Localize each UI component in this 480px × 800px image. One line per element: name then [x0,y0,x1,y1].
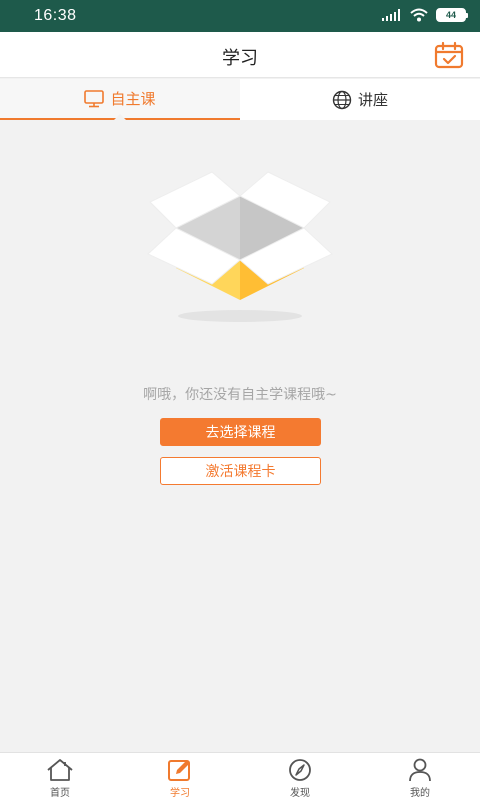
compass-icon [289,759,311,781]
nav-item-me[interactable]: 我的 [360,753,480,800]
status-icons: 44 [382,8,468,22]
nav-item-discover[interactable]: 发现 [240,753,360,800]
empty-box-icon [147,171,333,322]
tab-label: 自主课 [110,90,156,108]
page-title: 学习 [222,48,258,69]
user-icon [409,758,431,782]
globe-icon [332,90,352,109]
nav-label: 发现 [290,788,310,799]
status-time: 16:38 [34,7,77,24]
tab-bar: 自主课 讲座 [0,79,480,120]
tab-lecture[interactable]: 讲座 [240,79,480,120]
top-bar: 学习 [0,32,480,78]
signal-icon [382,9,400,21]
home-icon [47,759,73,781]
activate-course-card-button[interactable]: 激活课程卡 [160,457,321,485]
tab-label: 讲座 [357,91,388,109]
tab-self-study[interactable]: 自主课 [0,79,240,120]
nav-item-study[interactable]: 学习 [120,753,240,800]
nav-label: 学习 [170,788,190,799]
nav-item-home[interactable]: 首页 [0,753,120,800]
tab-indicator [114,114,126,120]
wifi-icon [410,8,428,22]
choose-course-button[interactable]: 去选择课程 [160,418,321,446]
calendar-check-icon[interactable] [434,41,464,69]
nav-label: 首页 [50,788,70,799]
status-bar: 16:38 44 [0,0,480,32]
nav-label: 我的 [410,788,430,799]
battery-icon: 44 [436,8,468,22]
bottom-nav: 首页 学习 发现 我的 [0,752,480,800]
empty-message: 啊哦，你还没有自主学课程哦~ [143,387,337,403]
battery-level: 44 [445,9,456,20]
edit-icon [168,760,190,781]
monitor-icon [84,89,105,107]
